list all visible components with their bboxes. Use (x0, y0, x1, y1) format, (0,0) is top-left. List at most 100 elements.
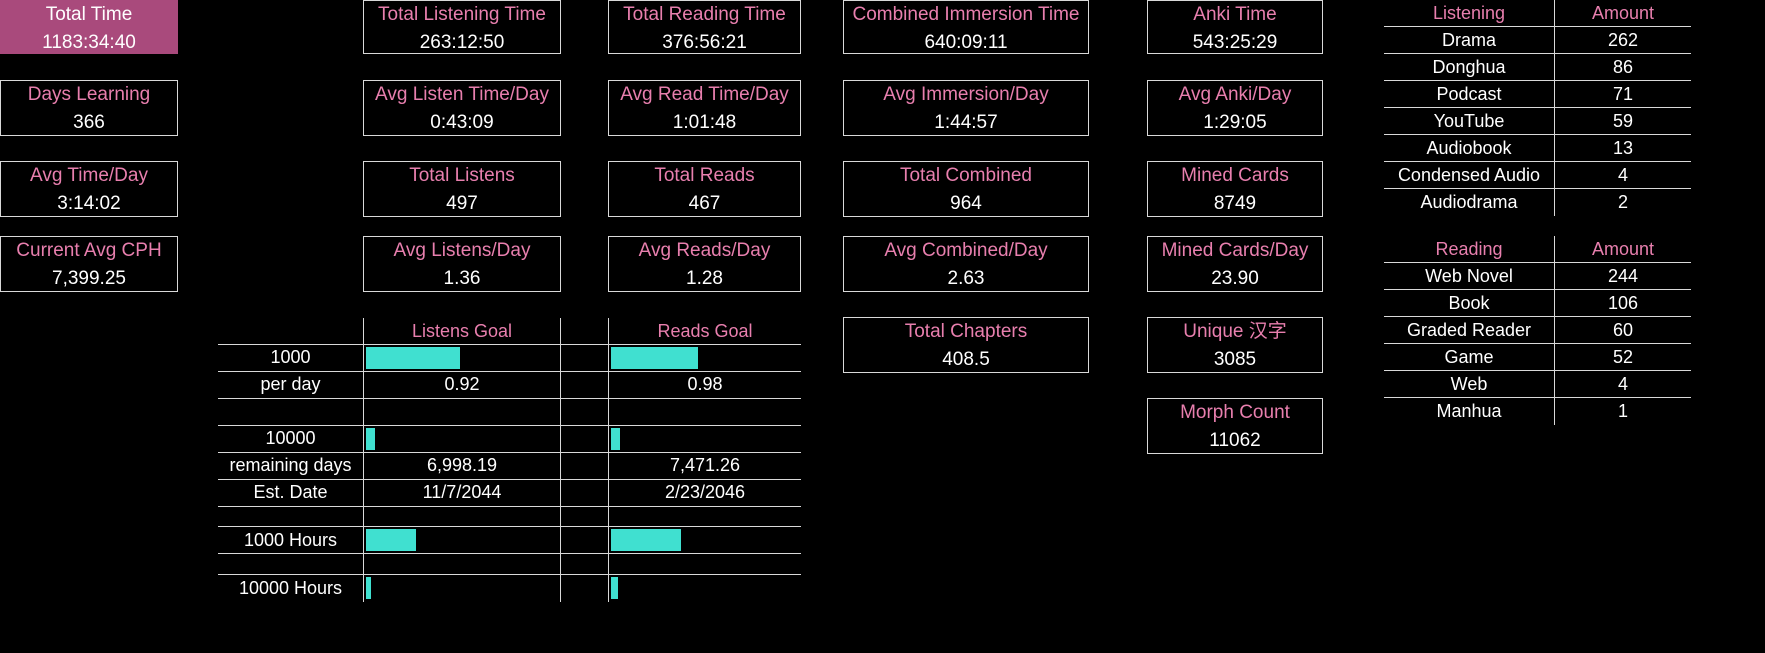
listens-est-date-value: 11/7/2044 (422, 482, 502, 502)
morph-count-card[interactable]: Morph Count 11062 (1147, 398, 1323, 454)
mined-cards-value: 8749 (1213, 193, 1257, 214)
avg-time-day-label: Avg Time/Day (30, 165, 148, 186)
total-listening-time-value: 263:12:50 (419, 32, 505, 53)
listening-category-cell: Condensed Audio (1397, 165, 1541, 185)
avg-reads-day-value: 1.28 (686, 268, 723, 289)
table-row: Audiobook 13 (1384, 135, 1691, 162)
est-date-label: Est. Date (253, 482, 328, 502)
mined-cards-day-card[interactable]: Mined Cards/Day 23.90 (1147, 236, 1323, 292)
reading-header-amount: Amount (1591, 239, 1655, 259)
avg-combined-day-value: 2.63 (947, 268, 985, 289)
table-row: Condensed Audio 4 (1384, 162, 1691, 189)
anki-time-value: 543:25:29 (1192, 32, 1278, 53)
total-combined-card[interactable]: Total Combined 964 (843, 161, 1089, 217)
avg-anki-day-card[interactable]: Avg Anki/Day 1:29:05 (1147, 80, 1323, 136)
avg-immersion-day-value: 1:44:57 (934, 112, 998, 133)
avg-combined-day-label: Avg Combined/Day (884, 240, 1048, 261)
table-row: Web Novel 244 (1384, 263, 1691, 290)
avg-time-day-value: 3:14:02 (57, 193, 121, 214)
table-row: Podcast 71 (1384, 81, 1691, 108)
listening-table-header: Listening Amount (1384, 0, 1691, 27)
reads-10000-hours-progress-bar (611, 577, 618, 599)
total-reads-label: Total Reads (654, 165, 755, 186)
reading-amount-cell: 52 (1612, 347, 1634, 367)
avg-anki-day-value: 1:29:05 (1203, 112, 1267, 133)
reading-category-cell: Book (1448, 293, 1490, 313)
total-listening-time-label: Total Listening Time (378, 4, 546, 25)
reading-header-category: Reading (1435, 239, 1503, 259)
reading-category-cell: Web Novel (1425, 266, 1513, 286)
table-row: Manhua 1 (1384, 398, 1691, 425)
reads-per-day-value: 0.98 (687, 374, 723, 394)
total-combined-label: Total Combined (899, 165, 1033, 186)
reading-category-table: Reading Amount Web Novel 244 Book 106 Graded R… (1384, 236, 1691, 425)
listening-amount-cell: 86 (1612, 57, 1634, 77)
current-avg-cph-label: Current Avg CPH (16, 240, 162, 261)
table-row: Web 4 (1384, 371, 1691, 398)
goals-rule (218, 398, 801, 399)
avg-time-day-card[interactable]: Avg Time/Day 3:14:02 (0, 161, 178, 217)
listens-per-day-value: 0.92 (444, 374, 480, 394)
table-row: Donghua 86 (1384, 54, 1691, 81)
total-combined-value: 964 (950, 193, 982, 214)
total-chapters-value: 408.5 (942, 349, 990, 370)
listening-amount-cell: 4 (1617, 165, 1628, 185)
total-chapters-card[interactable]: Total Chapters 408.5 (843, 317, 1089, 373)
total-reading-time-label: Total Reading Time (623, 4, 786, 25)
reads-10000-progress-bar (611, 428, 620, 450)
total-reads-card[interactable]: Total Reads 467 (608, 161, 801, 217)
total-time-card[interactable]: Total Time 1183:34:40 (0, 0, 178, 54)
days-learning-card[interactable]: Days Learning 366 (0, 80, 178, 136)
per-day-label: per day (260, 374, 321, 394)
days-learning-label: Days Learning (27, 84, 151, 105)
goals-rule (218, 506, 801, 507)
table-row: YouTube 59 (1384, 108, 1691, 135)
morph-count-label: Morph Count (1180, 402, 1290, 423)
reading-amount-cell: 60 (1612, 320, 1634, 340)
total-reading-time-value: 376:56:21 (662, 32, 747, 53)
reads-goal-header: Reads Goal (657, 321, 753, 341)
unique-hanzi-card[interactable]: Unique 汉字 3085 (1147, 317, 1323, 373)
table-row: Book 106 (1384, 290, 1691, 317)
reading-column-divider (1554, 236, 1555, 425)
listening-amount-cell: 13 (1612, 138, 1634, 158)
reading-amount-cell: 244 (1607, 266, 1639, 286)
avg-listen-time-day-value: 0:43:09 (430, 112, 494, 133)
avg-reads-day-label: Avg Reads/Day (638, 240, 771, 261)
combined-immersion-time-card[interactable]: Combined Immersion Time 640:09:11 (843, 0, 1089, 54)
listening-column-divider (1554, 0, 1555, 216)
goal-10000-label: 10000 (265, 428, 316, 448)
avg-immersion-day-card[interactable]: Avg Immersion/Day 1:44:57 (843, 80, 1089, 136)
total-chapters-label: Total Chapters (904, 321, 1028, 342)
listens-1000-progress-bar (366, 347, 460, 369)
reading-table-header: Reading Amount (1384, 236, 1691, 263)
reading-amount-cell: 106 (1607, 293, 1639, 313)
reading-category-cell: Web (1450, 374, 1488, 394)
total-listens-label: Total Listens (409, 165, 515, 186)
avg-read-time-day-value: 1:01:48 (672, 112, 737, 133)
total-listening-time-card[interactable]: Total Listening Time 263:12:50 (363, 0, 561, 54)
listening-header-category: Listening (1432, 3, 1506, 23)
current-avg-cph-card[interactable]: Current Avg CPH 7,399.25 (0, 236, 178, 292)
avg-combined-day-card[interactable]: Avg Combined/Day 2.63 (843, 236, 1089, 292)
total-listens-value: 497 (446, 193, 478, 214)
table-row: Graded Reader 60 (1384, 317, 1691, 344)
total-reading-time-card[interactable]: Total Reading Time 376:56:21 (608, 0, 801, 54)
listening-category-cell: Drama (1441, 30, 1496, 50)
listening-amount-cell: 2 (1617, 192, 1628, 212)
total-listens-card[interactable]: Total Listens 497 (363, 161, 561, 217)
mined-cards-card[interactable]: Mined Cards 8749 (1147, 161, 1323, 217)
avg-read-time-day-card[interactable]: Avg Read Time/Day 1:01:48 (608, 80, 801, 136)
avg-listens-day-card[interactable]: Avg Listens/Day 1.36 (363, 236, 561, 292)
avg-listens-day-label: Avg Listens/Day (393, 240, 531, 261)
avg-listen-time-day-card[interactable]: Avg Listen Time/Day 0:43:09 (363, 80, 561, 136)
table-row: Audiodrama 2 (1384, 189, 1691, 216)
morph-count-value: 11062 (1209, 430, 1261, 451)
avg-listen-time-day-label: Avg Listen Time/Day (375, 84, 549, 105)
current-avg-cph-value: 7,399.25 (52, 268, 126, 289)
goals-grid: Listens Goal Reads Goal 1000 per day 100… (218, 318, 801, 602)
avg-reads-day-card[interactable]: Avg Reads/Day 1.28 (608, 236, 801, 292)
anki-time-card[interactable]: Anki Time 543:25:29 (1147, 0, 1323, 54)
listening-header-amount: Amount (1591, 3, 1655, 23)
total-reads-value: 467 (688, 193, 721, 214)
